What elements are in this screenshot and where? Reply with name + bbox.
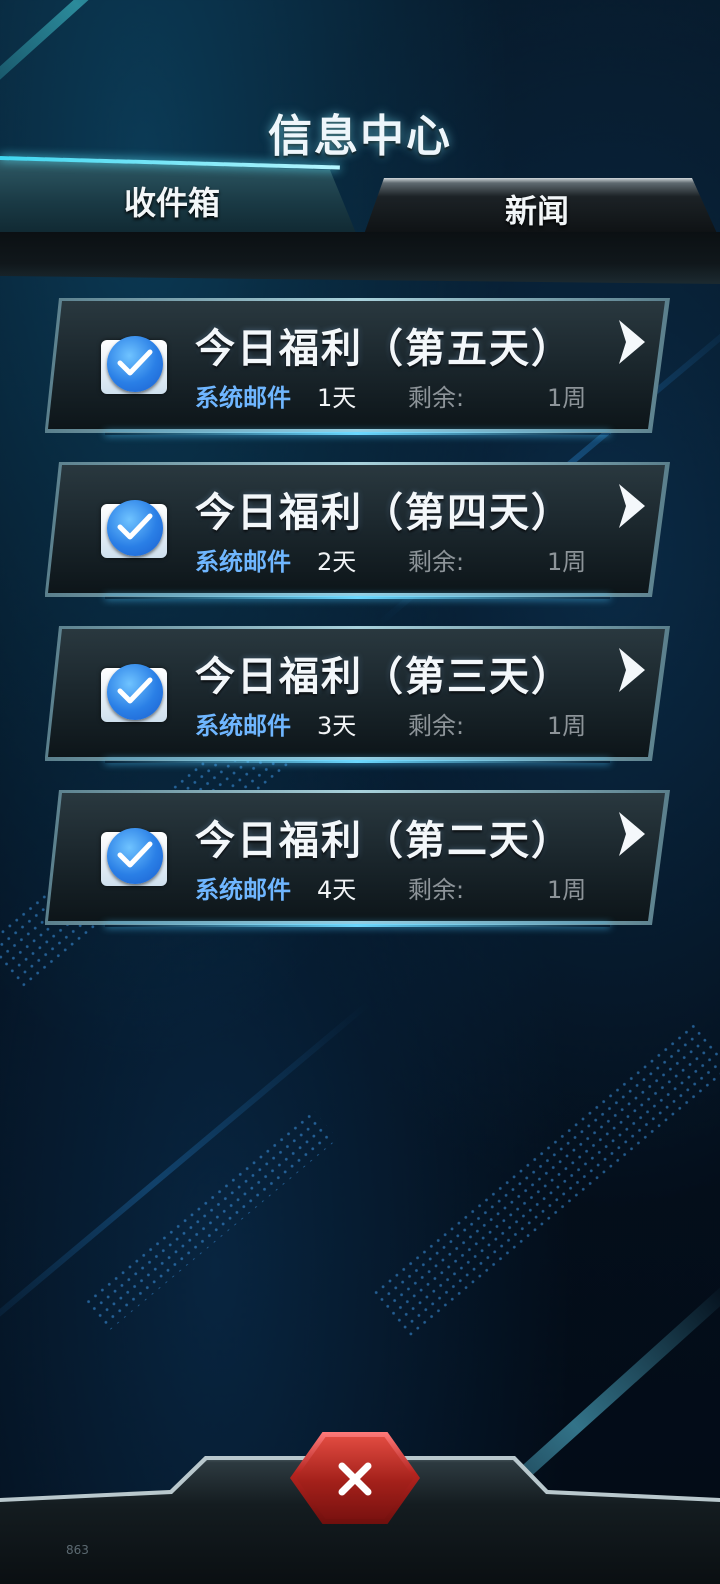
mail-title: 今日福利（第四天） [195,490,573,536]
light-streak [0,1000,371,1366]
mail-remain-label: 剩余: [408,384,465,412]
chevron-right-icon[interactable] [615,646,649,694]
mail-item-glow [105,596,610,599]
check-mail-icon [107,664,163,720]
mail-item[interactable]: 今日福利（第四天） 系统邮件 2天 剩余: 1周 [45,462,670,599]
mail-age: 2天 [317,548,357,576]
mail-remain-label: 剩余: [408,548,465,576]
mail-remain-label: 剩余: [408,712,465,740]
mail-type: 系统邮件 [195,384,291,412]
footer-code: 863 [66,1543,89,1557]
mail-item[interactable]: 今日福利（第三天） 系统邮件 3天 剩余: 1周 [45,626,670,763]
mail-remain-value: 1周 [547,712,587,740]
mail-title: 今日福利（第二天） [195,818,573,864]
mail-remain-value: 1周 [547,548,587,576]
tab-news-label[interactable]: 新闻 [505,186,569,232]
mail-age: 3天 [317,712,357,740]
mail-age: 4天 [317,876,357,904]
dot-pattern [369,1022,720,1338]
check-mail-icon [107,500,163,556]
close-icon [338,1462,372,1496]
dot-pattern [82,1108,338,1332]
mail-title: 今日福利（第三天） [195,654,573,700]
mail-remain-value: 1周 [547,384,587,412]
mail-item-glow [105,432,610,435]
mail-type: 系统邮件 [195,712,291,740]
tab-inbox-label[interactable]: 收件箱 [124,178,220,224]
mail-type: 系统邮件 [195,876,291,904]
chevron-right-icon[interactable] [615,482,649,530]
chevron-right-icon[interactable] [615,318,649,366]
check-mail-icon [107,336,163,392]
tab-bar: 收件箱 新闻 [0,150,720,285]
mail-type: 系统邮件 [195,548,291,576]
check-mail-icon [107,828,163,884]
tab-bar-base [0,232,720,284]
mail-item[interactable]: 今日福利（第二天） 系统邮件 4天 剩余: 1周 [45,790,670,927]
mail-remain-label: 剩余: [408,876,465,904]
chevron-right-icon[interactable] [615,810,649,858]
mail-age: 1天 [317,384,357,412]
mail-item-glow [105,924,610,927]
mail-item-glow [105,760,610,763]
mail-item[interactable]: 今日福利（第五天） 系统邮件 1天 剩余: 1周 [45,298,670,435]
mail-remain-value: 1周 [547,876,587,904]
mail-title: 今日福利（第五天） [195,326,573,372]
